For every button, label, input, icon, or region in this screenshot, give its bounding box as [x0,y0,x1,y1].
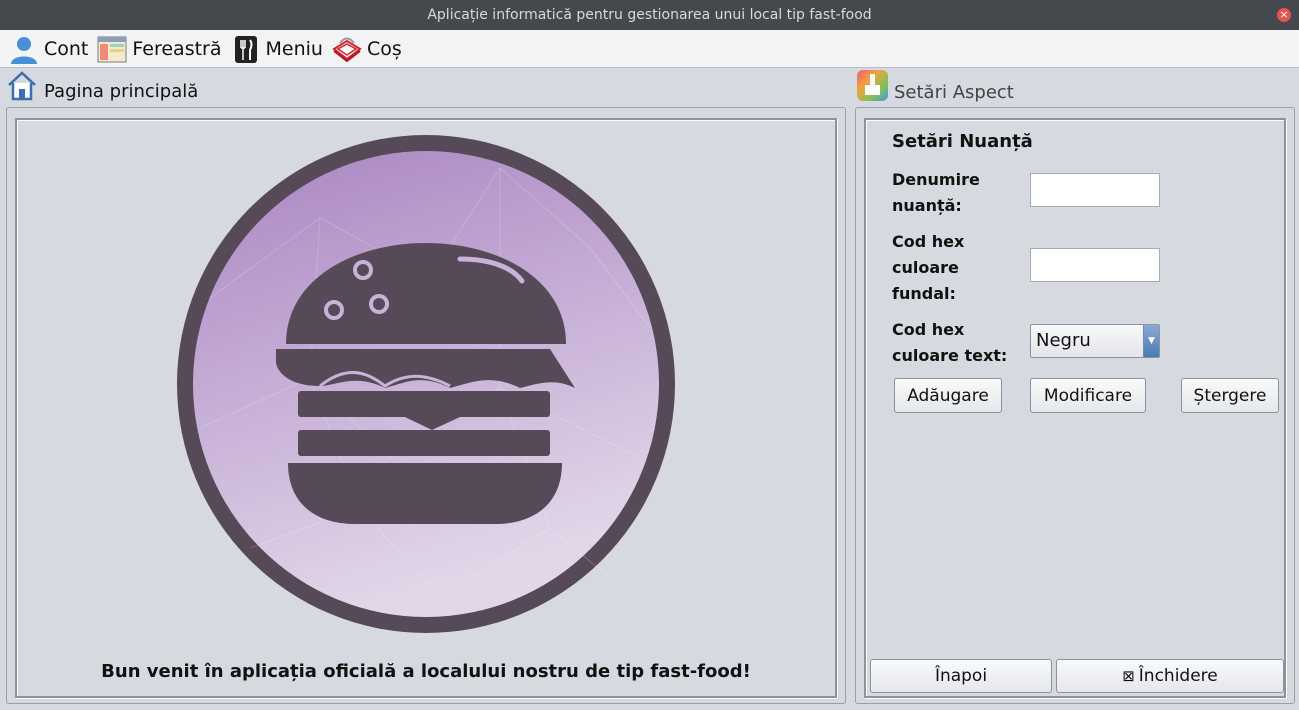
tab-pagina-principala-label: Pagina principală [44,80,199,102]
menu-cos[interactable]: Coș [331,33,402,65]
shade-name-input[interactable] [1030,173,1160,207]
paint-brush-icon [857,70,888,101]
home-icon [8,71,36,101]
chevron-down-icon: ▼ [1143,325,1159,357]
tab-setari-aspect-label: Setări Aspect [894,82,1014,103]
menubar: Cont Fereastră Meniu Coș [0,30,1299,68]
close-button-label: Închidere [1138,666,1218,686]
close-box-icon: ⊠ [1122,667,1135,685]
menu-cos-label: Coș [366,37,402,60]
basket-icon [332,37,362,62]
menu-cont-label: Cont [44,37,89,60]
menu-meniu[interactable]: Meniu [230,33,323,65]
burger-logo [177,135,675,633]
menu-fereastra-label: Fereastră [132,37,222,60]
settings-section-title: Setări Nuanță [892,131,1033,152]
settings-panel: Setări Nuanță Denumire nuanță: Cod hex c… [855,107,1295,704]
main-content: Bun venit în aplicația oficială a localu… [15,118,837,698]
back-button[interactable]: Înapoi [870,659,1052,693]
delete-button[interactable]: Ștergere [1181,378,1279,413]
menu-cont[interactable]: Cont [8,33,88,65]
shade-name-label: Denumire nuanță: [892,170,980,215]
close-button[interactable]: ⊠ Închidere [1056,659,1284,693]
tab-setari-aspect[interactable]: Setări Aspect [857,68,1014,103]
window-title: Aplicație informatică pentru gestionarea… [427,7,872,23]
bg-hex-label: Cod hex culoare fundal: [892,232,965,303]
user-icon [11,36,37,64]
close-window-icon[interactable]: × [1277,8,1291,22]
settings-content: Setări Nuanță Denumire nuanță: Cod hex c… [864,118,1286,698]
text-color-select[interactable]: Negru ▼ [1030,324,1160,358]
add-button[interactable]: Adăugare [894,378,1002,413]
bg-hex-input[interactable] [1030,248,1160,282]
menu-meniu-label: Meniu [265,37,323,60]
modify-button[interactable]: Modificare [1030,378,1146,413]
text-hex-label: Cod hex culoare text: [892,320,1008,365]
menu-fereastra[interactable]: Fereastră [96,33,222,65]
window-icon [97,36,127,62]
cutlery-icon [234,35,257,63]
main-panel: Bun venit în aplicația oficială a localu… [6,107,846,704]
welcome-text: Bun venit în aplicația oficială a localu… [101,661,751,682]
tab-pagina-principala[interactable]: Pagina principală [6,70,198,102]
text-color-selected: Negru [1036,330,1091,351]
window-titlebar: Aplicație informatică pentru gestionarea… [0,0,1299,30]
